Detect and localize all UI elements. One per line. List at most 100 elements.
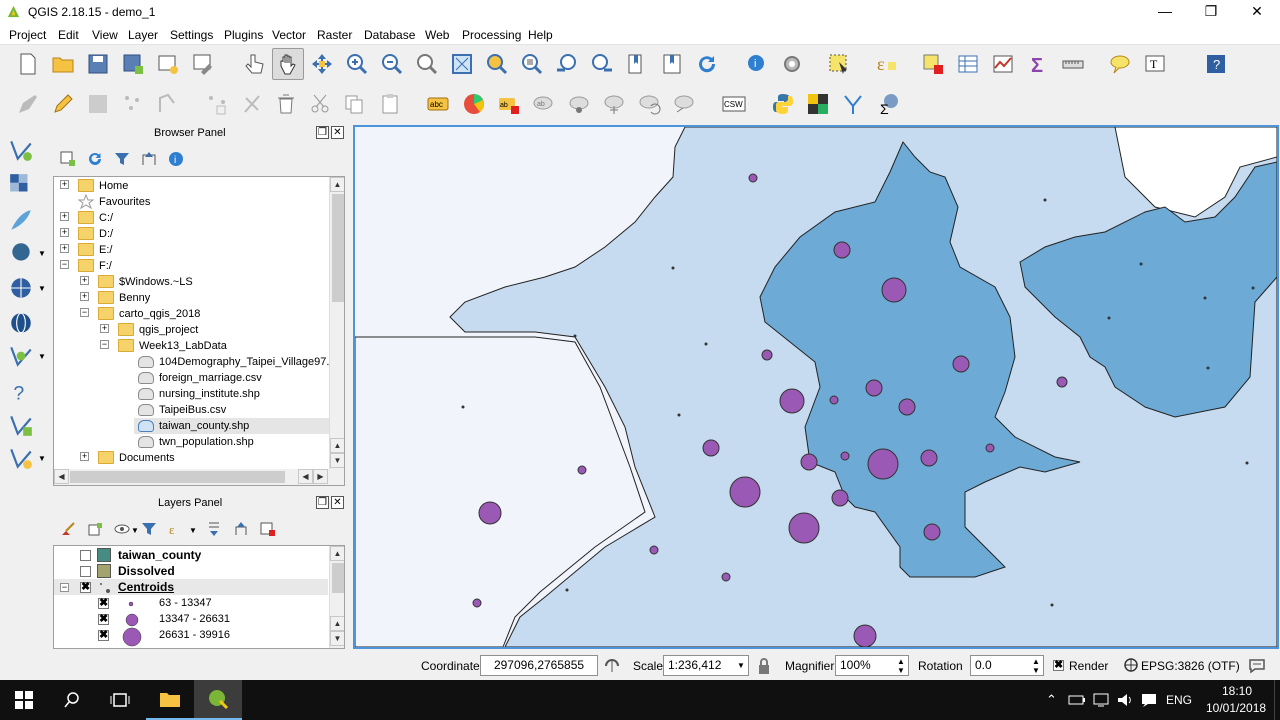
map-canvas[interactable] <box>353 125 1279 649</box>
menu-settings[interactable]: Settings <box>170 28 213 42</box>
pan-map-button[interactable] <box>272 48 304 80</box>
close-panel-button[interactable]: ✕ <box>331 126 344 139</box>
topology-plugin-button[interactable] <box>837 88 869 120</box>
expand-toggle[interactable]: + <box>60 212 69 221</box>
zoom-to-layer-button[interactable] <box>516 48 548 80</box>
info-icon[interactable]: i <box>168 151 184 167</box>
add-wcs-button[interactable] <box>4 341 38 371</box>
chevron-down-icon[interactable]: ▼ <box>189 526 197 535</box>
menu-layer[interactable]: Layer <box>128 28 158 42</box>
cut-features-button[interactable] <box>304 88 336 120</box>
add-selected-icon[interactable] <box>60 151 76 167</box>
copy-features-button[interactable] <box>338 88 370 120</box>
move-feature-button[interactable] <box>152 88 184 120</box>
new-bookmark-button[interactable] <box>621 48 653 80</box>
extents-toggle-icon[interactable] <box>603 657 621 675</box>
eye-icon[interactable] <box>114 521 130 537</box>
expand-toggle[interactable]: + <box>80 452 89 461</box>
add-wfs-button[interactable] <box>4 308 38 338</box>
notification-icon[interactable] <box>1140 692 1158 708</box>
task-view-button[interactable] <box>96 680 144 720</box>
add-postgis-button[interactable] <box>4 238 38 268</box>
spin-up-icon[interactable]: ▲ <box>897 657 905 666</box>
new-shapefile-button[interactable] <box>4 410 38 440</box>
menu-project[interactable]: Project <box>9 28 46 42</box>
scroll-up-icon[interactable]: ▲ <box>330 546 344 561</box>
pan-to-selection-button[interactable] <box>306 48 338 80</box>
qgis-taskbar-button[interactable] <box>194 680 242 720</box>
scroll-up-icon[interactable]: ▲ <box>330 616 344 631</box>
tree-item-benny[interactable]: Benny <box>119 290 150 306</box>
class-visibility-checkbox-checked[interactable]: ✖ <box>98 630 109 641</box>
menu-view[interactable]: View <box>92 28 118 42</box>
add-raster-layer-button[interactable] <box>4 170 38 200</box>
scroll-up-icon[interactable]: ▲ <box>330 177 344 192</box>
expand-toggle[interactable]: + <box>60 244 69 253</box>
add-wms-button[interactable] <box>4 273 38 303</box>
deselect-all-button[interactable] <box>917 48 949 80</box>
collapse-toggle[interactable]: − <box>100 340 109 349</box>
chevron-down-icon[interactable]: ▼ <box>38 284 46 293</box>
tree-item-home[interactable]: Home <box>99 178 128 194</box>
crs-globe-icon[interactable] <box>1123 657 1139 673</box>
filter-icon[interactable] <box>114 151 130 167</box>
show-bookmarks-button[interactable] <box>656 48 688 80</box>
scroll-right-icon[interactable]: ▶ <box>313 469 328 484</box>
crs-label[interactable]: EPSG:3826 (OTF) <box>1141 659 1240 673</box>
lock-icon[interactable] <box>757 657 771 675</box>
tree-item-favourites[interactable]: Favourites <box>99 194 150 210</box>
save-project-button[interactable] <box>82 48 114 80</box>
collapse-all-icon[interactable] <box>233 521 249 537</box>
scroll-thumb[interactable] <box>332 194 344 302</box>
tree-item-windows-ls[interactable]: $Windows.~LS <box>119 274 193 290</box>
current-edits-button[interactable] <box>12 88 44 120</box>
float-panel-button[interactable]: ❐ <box>316 496 329 509</box>
zoom-out-button[interactable] <box>376 48 408 80</box>
zoom-to-selection-button[interactable] <box>481 48 513 80</box>
open-project-button[interactable] <box>47 48 79 80</box>
toggle-editing-button[interactable] <box>47 88 79 120</box>
add-vector-layer-button[interactable] <box>4 135 38 165</box>
menu-edit[interactable]: Edit <box>58 28 79 42</box>
tree-item-d-drive[interactable]: D:/ <box>99 226 113 242</box>
menu-plugins[interactable]: Plugins <box>224 28 263 42</box>
show-desktop-button[interactable] <box>1274 680 1280 720</box>
identify-button[interactable]: i <box>741 48 773 80</box>
maximize-button[interactable]: ❐ <box>1188 0 1234 24</box>
file-explorer-taskbar-button[interactable] <box>146 680 194 720</box>
refresh-icon[interactable] <box>87 151 103 167</box>
battery-icon[interactable] <box>1068 692 1086 708</box>
raster-plugin-button[interactable] <box>802 88 834 120</box>
close-panel-button[interactable]: ✕ <box>331 496 344 509</box>
layer-visibility-checkbox[interactable] <box>80 550 91 561</box>
tree-item-file[interactable]: nursing_institute.shp <box>159 386 260 402</box>
menu-vector[interactable]: Vector <box>272 28 306 42</box>
render-checkbox-checked[interactable]: ✖ <box>1053 660 1064 671</box>
scroll-left-icon[interactable]: ◀ <box>298 469 313 484</box>
spin-up-icon[interactable]: ▲ <box>1032 657 1040 666</box>
tree-item-file[interactable]: TaipeiBus.csv <box>159 402 226 418</box>
new-spatialite-layer-button[interactable] <box>4 443 38 473</box>
tree-item-week13-labdata[interactable]: Week13_LabData <box>139 338 227 354</box>
scroll-left-icon[interactable]: ◀ <box>54 469 69 484</box>
highlight-labels-button[interactable] <box>563 88 595 120</box>
search-button[interactable] <box>48 680 96 720</box>
summary-button[interactable]: Σ <box>1022 48 1054 80</box>
map-tips-button[interactable] <box>1104 48 1136 80</box>
tree-item-f-drive[interactable]: F:/ <box>99 258 112 274</box>
close-button[interactable]: ✕ <box>1234 0 1280 24</box>
zoom-native-button[interactable] <box>411 48 443 80</box>
menu-help[interactable]: Help <box>528 28 553 42</box>
network-icon[interactable] <box>1092 692 1110 708</box>
composer-manager-button[interactable] <box>187 48 219 80</box>
menu-web[interactable]: Web <box>425 28 449 42</box>
volume-icon[interactable] <box>1116 692 1134 708</box>
menu-processing[interactable]: Processing <box>462 28 521 42</box>
tree-item-carto-qgis-2018[interactable]: carto_qgis_2018 <box>119 306 200 322</box>
help-button[interactable]: ? <box>1200 48 1232 80</box>
class-visibility-checkbox-checked[interactable]: ✖ <box>98 614 109 625</box>
move-label-button[interactable] <box>598 88 630 120</box>
scroll-down-icon[interactable]: ▼ <box>330 631 344 646</box>
expand-toggle[interactable]: + <box>100 324 109 333</box>
expand-toggle[interactable]: + <box>60 228 69 237</box>
